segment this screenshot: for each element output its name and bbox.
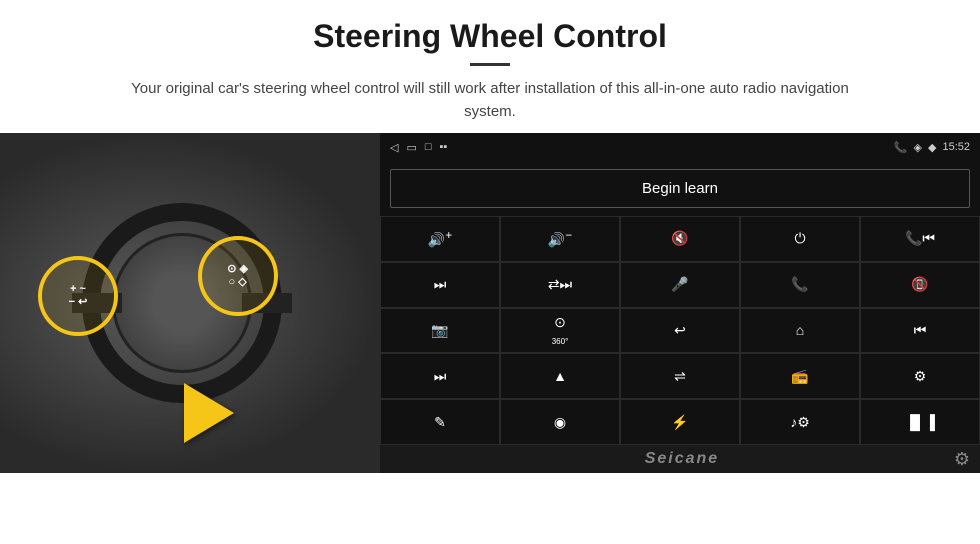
left-controls: + ~− ↩	[69, 283, 88, 309]
shuffle-button[interactable]: ⇄⏭	[500, 262, 620, 308]
highlight-circle-right: ⊙ ◈○ ◇	[198, 236, 278, 316]
hangup-icon: 📵	[911, 276, 928, 293]
camera-icon: 📷	[431, 322, 448, 339]
vol-up-button[interactable]: 🔊+	[380, 216, 500, 262]
eq-icon: ⇌	[674, 368, 686, 385]
content-section: + ~− ↩ ⊙ ◈○ ◇ ◁ ▭ □ ▪▪	[0, 133, 980, 544]
settings-gear-icon[interactable]: ⚙	[954, 449, 970, 470]
vol-up-icon: 🔊+	[428, 229, 452, 249]
skip-fwd-icon: ⏭	[434, 368, 447, 385]
equalizer-button[interactable]: ▐▌▐	[860, 399, 980, 445]
control-grid: 🔊+ 🔊− 🔇 ⏻ 📞⏮ ⏭ ⇄⏭	[380, 216, 980, 445]
phone-prev-icon: 📞⏮	[905, 230, 935, 247]
home-nav-icon: ⌂	[796, 322, 804, 338]
phone-prev-button[interactable]: 📞⏮	[860, 216, 980, 262]
status-bar: ◁ ▭ □ ▪▪ 📞 ◈ ◆ 15:52	[380, 133, 980, 161]
phone-icon: 📞	[791, 276, 808, 293]
android-screen: ◁ ▭ □ ▪▪ 📞 ◈ ◆ 15:52 Begin learn	[380, 133, 980, 473]
right-controls: ⊙ ◈○ ◇	[227, 263, 248, 289]
power-icon: ⏻	[794, 230, 805, 247]
bluetooth-icon: ⚡	[671, 414, 688, 431]
skip-fwd-button[interactable]: ⏭	[380, 353, 500, 399]
arrow-container	[184, 383, 234, 443]
status-bar-left: ◁ ▭ □ ▪▪	[390, 141, 447, 154]
mix-button[interactable]: ⚙	[860, 353, 980, 399]
radio-icon: 📻	[791, 368, 808, 385]
direction-arrow	[184, 383, 234, 443]
vol-down-icon: 🔊−	[548, 229, 572, 249]
page-title: Steering Wheel Control	[40, 18, 940, 55]
home-nav-button[interactable]: ⌂	[740, 308, 860, 354]
radio-button[interactable]: 📻	[740, 353, 860, 399]
music-button[interactable]: ♪⚙	[740, 399, 860, 445]
music-icon: ♪⚙	[790, 414, 810, 431]
bluetooth-button[interactable]: ⚡	[620, 399, 740, 445]
steering-photo: + ~− ↩ ⊙ ◈○ ◇	[0, 133, 380, 473]
home-icon[interactable]: ▭	[406, 141, 416, 154]
phone-status-icon: 📞	[894, 141, 908, 154]
next-track-icon: ⏭	[434, 276, 447, 293]
next-track-button[interactable]: ⏭	[380, 262, 500, 308]
eq-button[interactable]: ⇌	[620, 353, 740, 399]
wifi-status-icon: ◆	[928, 141, 936, 154]
subtitle-text: Your original car's steering wheel contr…	[110, 78, 870, 123]
header-section: Steering Wheel Control Your original car…	[0, 0, 980, 133]
mic-button[interactable]: 🎤	[620, 262, 740, 308]
back-icon[interactable]: ◁	[390, 141, 398, 154]
circle-button[interactable]: ◉	[500, 399, 620, 445]
recent-icon[interactable]: □	[425, 141, 432, 154]
highlight-circle-left: + ~− ↩	[38, 256, 118, 336]
brand-bar: Seicane ⚙	[380, 445, 980, 473]
location-status-icon: ◈	[914, 141, 922, 154]
circle-icon: ◉	[554, 414, 566, 431]
power-button[interactable]: ⏻	[740, 216, 860, 262]
nav-icon: ▲	[553, 368, 567, 384]
mic-icon: 🎤	[671, 276, 688, 293]
view360-icon: ⊙360°	[552, 314, 569, 347]
view360-button[interactable]: ⊙360°	[500, 308, 620, 354]
begin-learn-area: Begin learn	[380, 161, 980, 216]
skip-back-button[interactable]: ⏮	[860, 308, 980, 354]
clock: 15:52	[942, 141, 970, 153]
mix-icon: ⚙	[914, 368, 927, 385]
back-nav-button[interactable]: ↩	[620, 308, 740, 354]
mute-button[interactable]: 🔇	[620, 216, 740, 262]
equalizer-icon: ▐▌▐	[905, 414, 935, 430]
back-nav-icon: ↩	[674, 322, 686, 339]
page-container: Steering Wheel Control Your original car…	[0, 0, 980, 544]
signal-bars: ▪▪	[440, 141, 448, 154]
shuffle-icon: ⇄⏭	[548, 276, 572, 293]
phone-button[interactable]: 📞	[740, 262, 860, 308]
steering-bg: + ~− ↩ ⊙ ◈○ ◇	[0, 133, 380, 473]
nav-button[interactable]: ▲	[500, 353, 620, 399]
begin-learn-button[interactable]: Begin learn	[390, 169, 970, 208]
mute-icon: 🔇	[671, 230, 688, 247]
hangup-button[interactable]: 📵	[860, 262, 980, 308]
pen-button[interactable]: ✎	[380, 399, 500, 445]
skip-back-icon: ⏮	[914, 322, 927, 339]
camera-button[interactable]: 📷	[380, 308, 500, 354]
vol-down-button[interactable]: 🔊−	[500, 216, 620, 262]
title-divider	[470, 63, 510, 66]
pen-icon: ✎	[434, 414, 446, 431]
brand-name: Seicane	[645, 450, 719, 468]
status-bar-right: 📞 ◈ ◆ 15:52	[894, 141, 970, 154]
